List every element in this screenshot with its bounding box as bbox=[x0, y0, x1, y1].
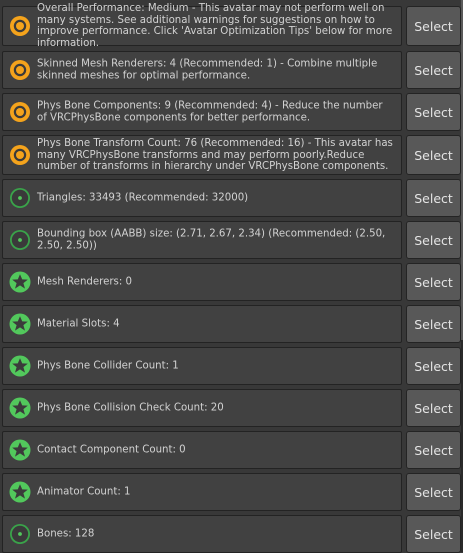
stat-row: Skinned Mesh Renderers: 4 (Recommended: … bbox=[2, 51, 461, 89]
performance-stats-list: Overall Performance: Medium - This avata… bbox=[0, 0, 463, 553]
select-button[interactable]: Select bbox=[406, 179, 461, 217]
stat-row: Phys Bone Collider Count: 1 Select bbox=[2, 347, 461, 385]
select-button[interactable]: Select bbox=[406, 473, 461, 511]
excellent-star-icon bbox=[9, 481, 31, 503]
warning-icon bbox=[9, 144, 31, 166]
stat-row: Contact Component Count: 0 Select bbox=[2, 431, 461, 469]
select-button[interactable]: Select bbox=[406, 389, 461, 427]
good-circle-icon bbox=[9, 523, 31, 545]
stat-message-box: Mesh Renderers: 0 bbox=[2, 263, 402, 301]
select-button[interactable]: Select bbox=[406, 135, 461, 175]
select-button[interactable]: Select bbox=[406, 431, 461, 469]
stat-message-box: Material Slots: 4 bbox=[2, 305, 402, 343]
stat-message-text: Bounding box (AABB) size: (2.71, 2.67, 2… bbox=[37, 228, 386, 252]
stat-row: Material Slots: 4 Select bbox=[2, 305, 461, 343]
excellent-star-icon bbox=[9, 439, 31, 461]
stat-message-box: Animator Count: 1 bbox=[2, 473, 402, 511]
stat-message-text: Overall Performance: Medium - This avata… bbox=[37, 3, 393, 49]
select-button[interactable]: Select bbox=[406, 515, 461, 553]
stat-message-text: Contact Component Count: 0 bbox=[37, 444, 186, 456]
excellent-star-icon bbox=[9, 355, 31, 377]
select-button[interactable]: Select bbox=[406, 347, 461, 385]
select-button[interactable]: Select bbox=[406, 305, 461, 343]
select-button[interactable]: Select bbox=[406, 221, 461, 259]
stat-message-text: Phys Bone Collider Count: 1 bbox=[37, 360, 179, 372]
stat-row: Bones: 128 Select bbox=[2, 515, 461, 553]
stat-row: Bounding box (AABB) size: (2.71, 2.67, 2… bbox=[2, 221, 461, 259]
stat-message-box: Phys Bone Collision Check Count: 20 bbox=[2, 389, 402, 427]
stat-row: Animator Count: 1 Select bbox=[2, 473, 461, 511]
stat-message-box: Overall Performance: Medium - This avata… bbox=[2, 3, 402, 49]
excellent-star-icon bbox=[9, 313, 31, 335]
excellent-star-icon bbox=[9, 397, 31, 419]
stat-row: Triangles: 33493 (Recommended: 32000) Sel… bbox=[2, 179, 461, 217]
stat-message-box: Phys Bone Components: 9 (Recommended: 4)… bbox=[2, 93, 402, 131]
stat-row: Phys Bone Components: 9 (Recommended: 4)… bbox=[2, 93, 461, 131]
select-button[interactable]: Select bbox=[406, 51, 461, 89]
stat-message-text: Phys Bone Components: 9 (Recommended: 4)… bbox=[37, 100, 383, 124]
stat-row: Phys Bone Collision Check Count: 20 Selec… bbox=[2, 389, 461, 427]
stat-message-box: Phys Bone Collider Count: 1 bbox=[2, 347, 402, 385]
stat-row: Overall Performance: Medium - This avata… bbox=[2, 3, 461, 49]
stat-message-box: Phys Bone Transform Count: 76 (Recommend… bbox=[2, 135, 402, 175]
excellent-star-icon bbox=[9, 271, 31, 293]
stat-row: Mesh Renderers: 0 Select bbox=[2, 263, 461, 301]
stat-message-text: Bones: 128 bbox=[37, 528, 95, 540]
select-button[interactable]: Select bbox=[406, 93, 461, 131]
stat-message-box: Bones: 128 bbox=[2, 515, 402, 553]
stat-message-text: Phys Bone Transform Count: 76 (Recommend… bbox=[37, 137, 393, 172]
stat-message-text: Mesh Renderers: 0 bbox=[37, 276, 133, 288]
warning-icon bbox=[9, 101, 31, 123]
stat-message-box: Bounding box (AABB) size: (2.71, 2.67, 2… bbox=[2, 221, 402, 259]
stat-message-text: Skinned Mesh Renderers: 4 (Recommended: … bbox=[37, 58, 378, 82]
stat-row: Phys Bone Transform Count: 76 (Recommend… bbox=[2, 135, 461, 175]
stat-message-text: Material Slots: 4 bbox=[37, 318, 120, 330]
select-button[interactable]: Select bbox=[406, 6, 461, 46]
stat-message-box: Contact Component Count: 0 bbox=[2, 431, 402, 469]
good-circle-icon bbox=[9, 187, 31, 209]
warning-icon bbox=[9, 15, 31, 37]
select-button[interactable]: Select bbox=[406, 263, 461, 301]
good-circle-icon bbox=[9, 229, 31, 251]
stat-message-text: Animator Count: 1 bbox=[37, 486, 131, 498]
stat-message-text: Phys Bone Collision Check Count: 20 bbox=[37, 402, 224, 414]
warning-icon bbox=[9, 59, 31, 81]
stat-message-text: Triangles: 33493 (Recommended: 32000) bbox=[37, 192, 249, 204]
stat-message-box: Triangles: 33493 (Recommended: 32000) bbox=[2, 179, 402, 217]
stat-message-box: Skinned Mesh Renderers: 4 (Recommended: … bbox=[2, 51, 402, 89]
